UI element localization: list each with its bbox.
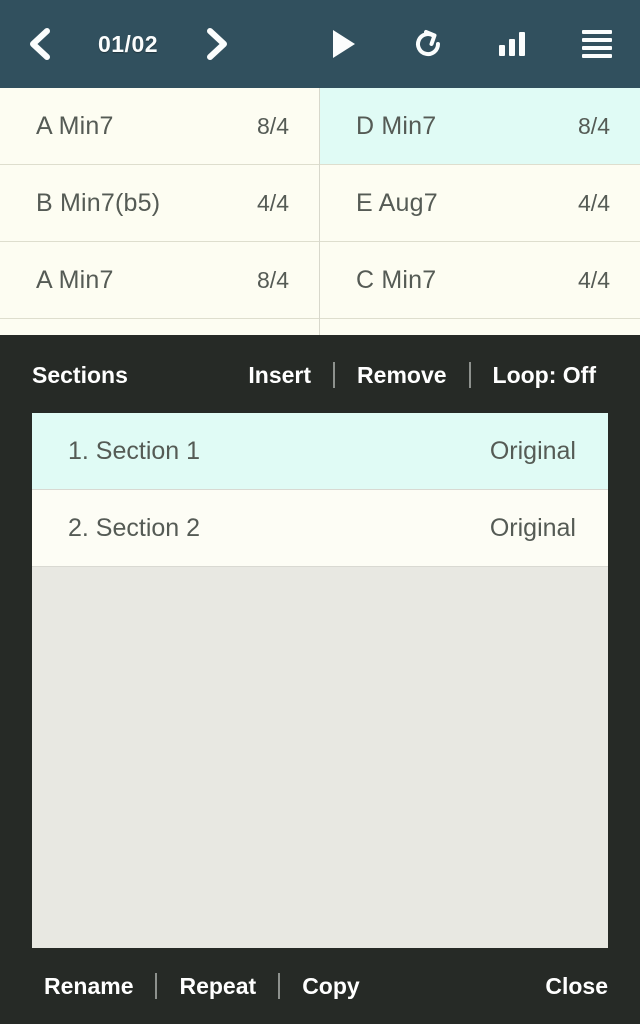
- bar-levels-icon: [499, 32, 525, 56]
- restart-loop-button[interactable]: [386, 0, 470, 88]
- chord-name: D Min7: [356, 111, 437, 140]
- play-icon: [333, 30, 355, 58]
- chord-grid: A Min7 8/4 B Min7(b5) 4/4 A Min7 8/4 D M…: [0, 88, 640, 335]
- chord-time-signature: 8/4: [257, 266, 289, 293]
- sections-panel-footer: Rename Repeat Copy Close: [0, 948, 640, 1024]
- sections-panel-header: Sections Insert Remove Loop: Off: [0, 335, 640, 415]
- chord-cell[interactable]: A Min7 8/4: [0, 88, 319, 165]
- next-page-button[interactable]: [176, 0, 256, 88]
- chord-time-signature: 8/4: [257, 112, 289, 139]
- footer-actions: Rename Repeat Copy: [22, 948, 382, 1024]
- previous-page-button[interactable]: [0, 0, 80, 88]
- chord-cell[interactable]: [320, 319, 640, 335]
- sections-list[interactable]: 1. Section 1 Original 2. Section 2 Origi…: [32, 413, 608, 948]
- section-tag: Original: [489, 513, 576, 542]
- section-name: 2. Section 2: [68, 513, 201, 542]
- chord-name: B Min7(b5): [36, 188, 161, 217]
- sections-header-actions: Insert Remove Loop: Off: [226, 335, 618, 415]
- remove-button[interactable]: Remove: [335, 362, 468, 389]
- chord-cell[interactable]: A Min7 8/4: [0, 242, 319, 319]
- chevron-right-icon: [207, 28, 227, 60]
- chevron-left-icon: [30, 28, 50, 60]
- sections-panel: Sections Insert Remove Loop: Off 1. Sect…: [0, 335, 640, 1024]
- play-button[interactable]: [302, 0, 386, 88]
- chord-cell-selected[interactable]: D Min7 8/4: [320, 88, 640, 165]
- menu-button[interactable]: [554, 0, 640, 88]
- rename-button[interactable]: Rename: [22, 973, 155, 1000]
- chord-name: E Aug7: [356, 188, 438, 217]
- chord-column-left: A Min7 8/4 B Min7(b5) 4/4 A Min7 8/4: [0, 88, 320, 335]
- chord-cell[interactable]: B Min7(b5) 4/4: [0, 165, 319, 242]
- insert-button[interactable]: Insert: [226, 362, 333, 389]
- chord-time-signature: 4/4: [578, 189, 610, 216]
- close-button[interactable]: Close: [545, 948, 608, 1024]
- loop-toggle-button[interactable]: Loop: Off: [471, 362, 618, 389]
- chord-time-signature: 4/4: [578, 266, 610, 293]
- chord-time-signature: 4/4: [257, 189, 289, 216]
- chord-time-signature: 8/4: [578, 112, 610, 139]
- page-indicator: 01/02: [97, 30, 159, 57]
- section-tag: Original: [489, 436, 576, 465]
- levels-button[interactable]: [470, 0, 554, 88]
- hamburger-menu-icon: [582, 30, 612, 58]
- chord-cell[interactable]: E Aug7 4/4: [320, 165, 640, 242]
- chord-cell[interactable]: [0, 319, 319, 335]
- chord-name: C Min7: [356, 265, 437, 294]
- chord-column-right: D Min7 8/4 E Aug7 4/4 C Min7 4/4: [320, 88, 640, 335]
- sections-panel-title: Sections: [32, 361, 128, 388]
- chord-name: A Min7: [36, 265, 114, 294]
- chord-name: A Min7: [36, 111, 114, 140]
- chord-cell[interactable]: C Min7 4/4: [320, 242, 640, 319]
- section-name: 1. Section 1: [68, 436, 201, 465]
- list-item[interactable]: 2. Section 2 Original: [32, 490, 608, 567]
- repeat-button[interactable]: Repeat: [157, 973, 278, 1000]
- transport-toolbar: 01/02: [0, 0, 640, 88]
- restart-loop-icon: [416, 30, 441, 57]
- copy-button[interactable]: Copy: [280, 973, 382, 1000]
- list-item[interactable]: 1. Section 1 Original: [32, 413, 608, 490]
